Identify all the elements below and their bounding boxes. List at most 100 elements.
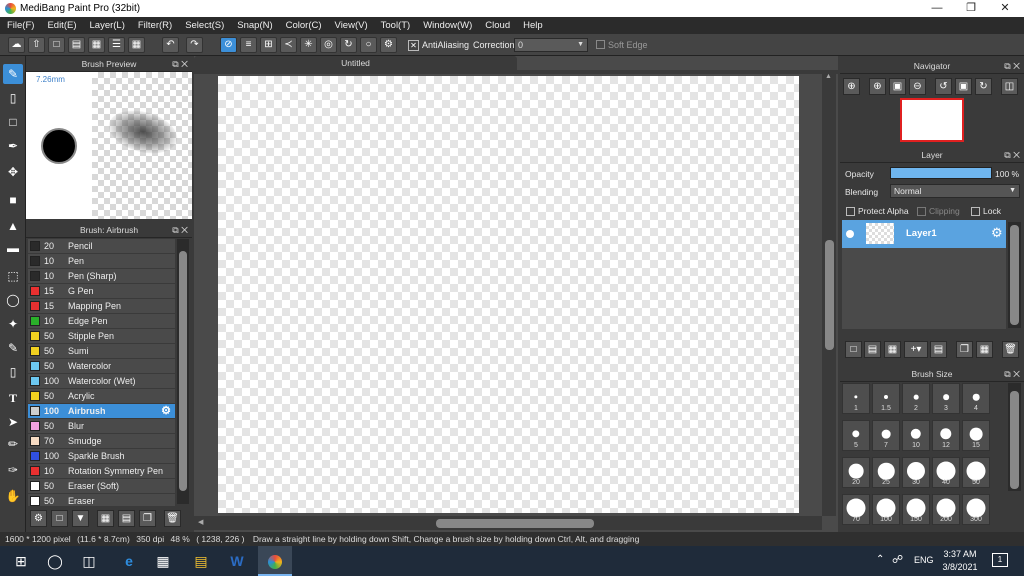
clock-date[interactable]: 3/8/2021 (940, 562, 980, 572)
new-brush-icon[interactable]: □ (51, 510, 68, 527)
duplicate-layer-icon[interactable]: ❐ (956, 341, 973, 358)
trash-icon[interactable]: 🗑 (164, 510, 181, 527)
brush-size-option[interactable]: 3 (932, 383, 960, 414)
brush-tool-icon[interactable]: ✎ (3, 64, 23, 84)
brush-item[interactable]: 50 Acrylic (28, 389, 175, 404)
new-halftone-layer-icon[interactable]: ▤ (864, 341, 881, 358)
magic-wand-icon[interactable]: ✦ (3, 314, 23, 334)
network-icon[interactable]: ☍ (892, 553, 903, 566)
brush-item[interactable]: 15 G Pen (28, 284, 175, 299)
navigator-thumbnail[interactable] (900, 98, 964, 142)
new-8bit-layer-icon[interactable]: ▦ (884, 341, 901, 358)
cross-snap-icon[interactable]: ⊞ (260, 37, 277, 53)
reset-view-icon[interactable]: ▣ (955, 78, 972, 95)
panel-popout-icon[interactable]: ⧉ ✕ (172, 56, 188, 72)
menu-layer[interactable]: Layer(L) (90, 20, 125, 31)
select-eraser-icon[interactable]: ▯ (3, 362, 23, 382)
menu-filter[interactable]: Filter(R) (138, 20, 172, 31)
scroll-up-icon[interactable]: ▲ (825, 73, 832, 80)
edge-browser-icon[interactable]: e (112, 546, 146, 576)
parallel-snap-icon[interactable]: ≡ (240, 37, 257, 53)
upload-icon[interactable]: ⇧ (28, 37, 45, 53)
snap-settings-icon[interactable]: ⚙ (380, 37, 397, 53)
zoom-in-icon[interactable]: ⊕ (843, 78, 860, 95)
vanishing-snap-icon[interactable]: ≺ (280, 37, 297, 53)
gradient-tool-icon[interactable]: ▬ (3, 238, 23, 258)
vertical-scrollbar[interactable]: ▲ (822, 70, 836, 516)
move-tool-icon[interactable]: ✥ (3, 162, 23, 182)
tray-chevron-icon[interactable]: ⌃ (876, 554, 884, 565)
store-icon[interactable]: ▦ (146, 546, 180, 576)
brush-size-option[interactable]: 2 (902, 383, 930, 414)
maximize-button[interactable]: ❐ (954, 0, 988, 17)
delete-layer-icon[interactable]: 🗑 (1002, 341, 1019, 358)
brush-size-option[interactable]: 15 (962, 420, 990, 451)
minimize-button[interactable]: — (920, 0, 954, 17)
clipping-checkbox[interactable]: Clipping (917, 206, 960, 217)
vertical-scroll-thumb[interactable] (825, 240, 834, 350)
brush-size-option[interactable]: 200 (932, 494, 960, 525)
rotate-left-icon[interactable]: ↺ (935, 78, 952, 95)
brush-size-option[interactable]: 300 (962, 494, 990, 525)
correction-select[interactable]: 0 ▼ (514, 38, 588, 52)
brush-item[interactable]: 100 Sparkle Brush (28, 449, 175, 464)
menu-help[interactable]: Help (523, 20, 543, 31)
brush-size-option[interactable]: 5 (842, 420, 870, 451)
flip-icon[interactable]: ◫ (1001, 78, 1018, 95)
pen-tool-icon[interactable]: ✒ (3, 136, 23, 156)
menu-color[interactable]: Color(C) (286, 20, 322, 31)
select-pen-icon[interactable]: ✎ (3, 338, 23, 358)
divide-tool-icon[interactable]: ✏ (3, 434, 23, 454)
brush-item[interactable]: 50 Blur (28, 419, 175, 434)
antialiasing-checkbox[interactable]: ✕ (408, 40, 419, 51)
blending-select[interactable]: Normal ▼ (890, 184, 1020, 198)
lock-checkbox[interactable]: Lock (971, 206, 1001, 217)
menu-select[interactable]: Select(S) (185, 20, 224, 31)
search-icon[interactable]: ◯ (38, 546, 72, 576)
panel-popout-icon[interactable]: ⧉ ✕ (1004, 366, 1020, 382)
rotate-right-icon[interactable]: ↻ (975, 78, 992, 95)
brush-item[interactable]: 50 Sumi (28, 344, 175, 359)
visibility-icon[interactable] (846, 230, 854, 238)
brush-size-option[interactable]: 12 (932, 420, 960, 451)
fill-tool-icon[interactable]: ▲ (3, 216, 23, 236)
menu-cloud[interactable]: Cloud (485, 20, 510, 31)
comment-icon[interactable]: □ (48, 37, 65, 53)
brush-item[interactable]: 10 Pen (Sharp) (28, 269, 175, 284)
notification-icon[interactable]: 1 (992, 553, 1008, 567)
duplicate-icon[interactable]: ❐ (139, 510, 156, 527)
menu-file[interactable]: File(F) (7, 20, 34, 31)
brush-size-option[interactable]: 7 (872, 420, 900, 451)
horizontal-scroll-thumb[interactable] (436, 519, 594, 528)
brush-item[interactable]: 10 Edge Pen (28, 314, 175, 329)
brush-size-option[interactable]: 70 (842, 494, 870, 525)
document-tab[interactable]: Untitled (194, 56, 517, 70)
language-indicator[interactable]: ENG (914, 555, 934, 565)
radial-snap-icon[interactable]: ✳ (300, 37, 317, 53)
brush-size-option[interactable]: 25 (872, 457, 900, 488)
brush-size-option[interactable]: 4 (962, 383, 990, 414)
cloud-icon[interactable]: ☁ (8, 37, 25, 53)
brush-item[interactable]: 20 Pencil (28, 239, 175, 254)
brush-item[interactable]: 50 Eraser (Soft) (28, 479, 175, 494)
task-view-icon[interactable]: ◫ (72, 546, 106, 576)
medibang-taskbar-icon[interactable] (258, 546, 292, 576)
add-brush-icon[interactable]: ▼ (72, 510, 89, 527)
scroll-thumb[interactable] (1010, 225, 1019, 325)
layer-folder-icon[interactable]: ▤ (930, 341, 947, 358)
add-layer-menu-icon[interactable]: +▾ (904, 341, 928, 358)
lasso-tool-icon[interactable]: ◯ (3, 290, 23, 310)
hand-tool-icon[interactable]: ✋ (3, 486, 23, 506)
undo-icon[interactable]: ↶ (162, 37, 179, 53)
horizontal-scrollbar[interactable]: ◀ (194, 516, 822, 530)
redo-icon[interactable]: ↷ (186, 37, 203, 53)
new-layer-icon[interactable]: □ (845, 341, 862, 358)
fit-screen-icon[interactable]: ▣ (889, 78, 906, 95)
menu-snap[interactable]: Snap(N) (237, 20, 272, 31)
windows-start-icon[interactable]: ⊞ (4, 546, 38, 576)
brush-size-option[interactable]: 150 (902, 494, 930, 525)
panel-popout-icon[interactable]: ⧉ ✕ (1004, 58, 1020, 74)
brush-size-option[interactable]: 10 (902, 420, 930, 451)
curve-snap-icon[interactable]: ↻ (340, 37, 357, 53)
brush-item[interactable]: 100 Airbrush ⚙ (28, 404, 175, 419)
